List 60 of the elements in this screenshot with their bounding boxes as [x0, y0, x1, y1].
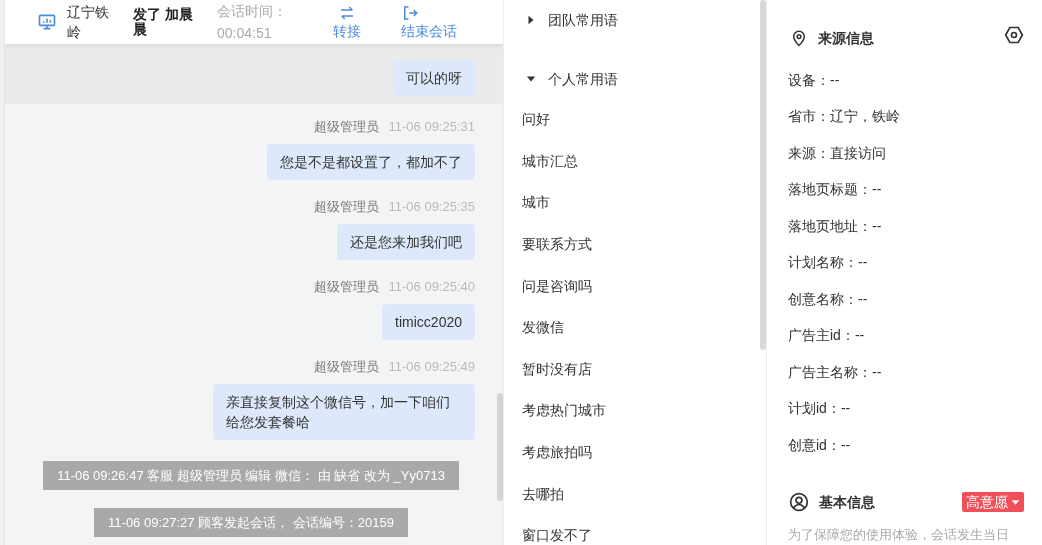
phrase-group-toggle[interactable]: 团队常用语: [526, 0, 618, 40]
system-notice: 11-06 09:27:27 顾客发起会话， 会话编号：20159: [94, 508, 408, 537]
phrase-item[interactable]: 问好: [522, 99, 550, 141]
phrase-item[interactable]: 考虑热门城市: [522, 390, 606, 432]
info-field: 落地页标题：--: [788, 171, 1042, 208]
phrase-item[interactable]: 去哪拍: [522, 473, 564, 515]
phrase-group-toggle[interactable]: 个人常用语: [526, 59, 618, 99]
message-bubble: 可以的呀: [393, 60, 475, 96]
caret-down-icon: [526, 74, 536, 84]
info-field: 计划名称：--: [788, 244, 1042, 281]
caret-right-icon: [526, 15, 536, 25]
hint-text: 为了保障您的使用体验，会话发生当日: [787, 525, 1010, 544]
message-time: 11-06 09:25:31: [388, 118, 475, 136]
phrase-item[interactable]: 要联系方式: [522, 223, 592, 266]
duration-value: 00:04:51: [217, 24, 273, 43]
message-time: 11-06 09:25:40: [388, 278, 475, 296]
info-field: 广告主id：--: [788, 317, 1042, 354]
intent-tag-dropdown[interactable]: 高意愿: [962, 492, 1024, 512]
settings-icon: [1004, 25, 1024, 45]
phrase-item[interactable]: 考虑旅拍吗: [522, 431, 592, 474]
system-notice: 11-06 09:26:47 客服 超级管理员 编辑 微信： 由 缺省 改为 _Yy0713: [43, 461, 459, 490]
duration-label: 会话时间：: [217, 2, 288, 21]
user-circle-icon: [789, 492, 809, 512]
scrollbar[interactable]: [760, 0, 766, 350]
phrase-item[interactable]: 城市汇总: [522, 140, 578, 183]
phrase-item[interactable]: 暂时没有店: [522, 348, 592, 391]
message-time: 11-06 09:25:35: [388, 198, 475, 216]
message-time: 11-06 09:25:49: [388, 358, 475, 376]
caret-down-icon: [1011, 497, 1020, 507]
location-pin-icon: [790, 29, 808, 47]
transfer-button[interactable]: 转接: [333, 4, 361, 40]
scrollbar[interactable]: [497, 393, 503, 501]
message-bubble: 亲直接复制这个微信号，加一下咱们给您发套餐哈: [213, 384, 475, 440]
message-bubble: timicc2020: [382, 304, 475, 340]
info-field: 创意名称：--: [788, 281, 1042, 318]
end-session-button[interactable]: 结束会话: [401, 4, 457, 40]
info-field: 设备：--: [788, 62, 1042, 99]
info-field: 计划id：--: [788, 390, 1042, 427]
info-field: 来源：直接访问: [788, 135, 1042, 172]
phrase-item[interactable]: 问是咨询吗: [522, 265, 592, 307]
phrase-item[interactable]: 发微信: [522, 306, 564, 349]
section-title: 来源信息: [818, 28, 874, 48]
sender-name: 超级管理员: [313, 198, 379, 216]
section-title: 基本信息: [819, 492, 875, 512]
message-bubble: 还是您来加我们吧: [337, 224, 475, 260]
swap-arrows-icon: [338, 4, 356, 22]
info-field: 落地页地址：--: [788, 208, 1042, 245]
sender-name: 超级管理员: [313, 358, 379, 376]
monitor-icon: [37, 12, 57, 32]
visitor-name: 发了 加晨晨: [133, 7, 194, 37]
sender-name: 超级管理员: [313, 118, 379, 136]
info-field: 创意id：--: [788, 427, 1042, 464]
exit-icon: [401, 4, 419, 22]
phrase-item[interactable]: 城市: [522, 182, 550, 224]
phrase-item[interactable]: 窗口发不了: [522, 514, 592, 545]
message-bubble: 您是不是都设置了，都加不了: [267, 144, 475, 180]
sender-name: 超级管理员: [313, 278, 379, 296]
location-text: 辽宁铁岭: [67, 3, 110, 42]
info-field: 广告主名称：--: [788, 354, 1042, 391]
info-field: 省市：辽宁，铁岭: [788, 98, 1042, 135]
